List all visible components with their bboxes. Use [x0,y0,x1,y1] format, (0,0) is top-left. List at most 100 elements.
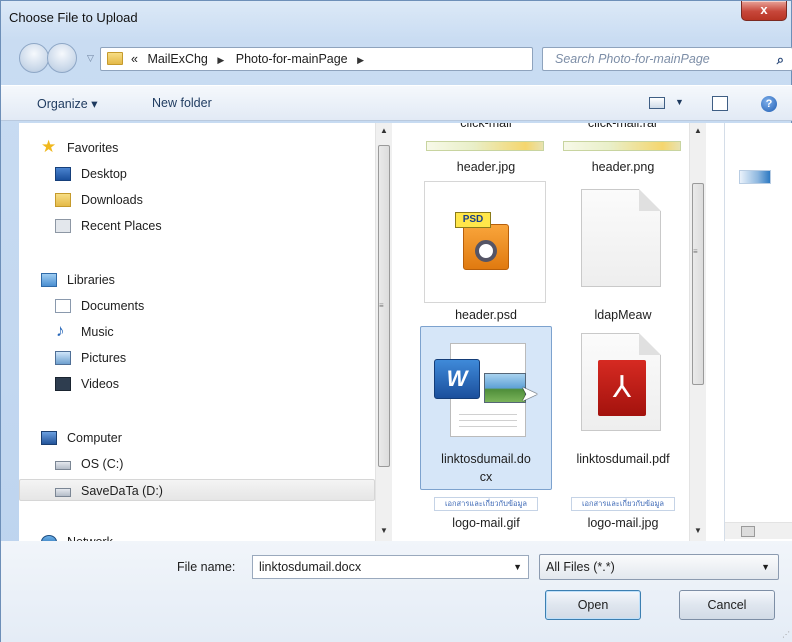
content-area: ★ Favorites Desktop Downloads Recent Pla… [19,123,792,549]
nav-libraries[interactable]: Libraries [19,269,375,291]
image-thumbnail [563,141,681,151]
page-fold [639,189,661,211]
search-icon[interactable]: ⌕ [777,52,784,68]
drive-icon [55,461,71,470]
nav-label: Recent Places [81,219,162,233]
file-name: ldapMeaw [594,308,652,322]
scroll-down-icon[interactable]: ▼ [690,523,706,539]
help-icon[interactable]: ? [761,96,777,112]
file-list-scrollbar[interactable]: ▲ ≡ ▼ [689,123,706,541]
preview-pane-icon[interactable] [712,96,728,111]
file-name-line-2: cx [479,470,493,484]
search-input[interactable]: Search Photo-for-mainPage ⌕ [542,47,792,71]
organize-menu[interactable]: Organize ▾ [37,96,97,111]
file-name-value: linktosdumail.docx [259,560,362,574]
search-placeholder: Search Photo-for-mainPage [555,52,710,66]
close-button[interactable]: x [741,1,787,21]
change-view-icon[interactable] [649,97,665,109]
back-button[interactable] [19,43,49,73]
chevron-down-icon[interactable]: ▼ [513,562,522,572]
new-folder-button[interactable]: New folder [152,96,212,110]
nav-downloads[interactable]: Downloads [19,189,375,211]
psd-file-icon: PSD [455,212,513,270]
drive-icon [55,488,71,497]
nav-label: SaveDaTa (D:) [81,484,163,498]
chevron-right-icon[interactable]: ▶ [217,55,224,65]
nav-os-c[interactable]: OS (C:) [19,453,375,475]
downloads-icon [55,193,71,207]
nav-desktop[interactable]: Desktop [19,163,375,185]
documents-icon [55,299,71,313]
preview-hscrollbar[interactable] [725,522,792,539]
file-type-value: All Files (*.*) [546,560,615,574]
nav-label: Libraries [67,273,115,287]
desktop-icon [55,167,71,181]
nav-label: Videos [81,377,119,391]
breadcrumb-mailexchg[interactable]: MailExChg [147,52,207,66]
image-thumbnail: เอกสารและเกี่ยวกับข้อมูล [434,497,538,511]
nav-savedata-d[interactable]: SaveDaTa (D:) [19,479,375,501]
scroll-up-icon[interactable]: ▲ [690,123,706,139]
open-button[interactable]: Open [545,590,641,620]
star-icon: ★ [41,137,57,156]
cancel-button[interactable]: Cancel [679,590,775,620]
nav-label: Downloads [81,193,143,207]
nav-music[interactable]: ♪ Music [19,321,375,343]
file-dialog-window: Choose File to Upload x ▽ « MailExChg ▶ … [0,0,792,642]
nav-favorites[interactable]: ★ Favorites [19,137,375,159]
word-badge: W [434,359,480,399]
command-toolbar: Organize ▾ New folder ▼ ? [1,85,792,121]
file-list: click-mail click-mail.rar header.jpg hea… [406,123,706,541]
nav-label: Pictures [81,351,127,365]
nav-label: Computer [67,431,122,445]
scroll-down-icon[interactable]: ▼ [376,523,392,539]
file-name: logo-mail.jpg [587,516,659,530]
computer-icon [41,431,57,445]
psd-tag: PSD [455,212,491,228]
grip-icon: ≡ [379,301,384,310]
chevron-down-icon[interactable]: ▼ [761,562,770,572]
nav-pictures[interactable]: Pictures [19,347,375,369]
address-row: ▽ « MailExChg ▶ Photo-for-mainPage ▶ ▼ ↻… [1,41,792,79]
text-line [459,420,517,421]
file-name-line-1: linktosdumail.do [441,452,531,466]
window-title: Choose File to Upload [9,10,138,25]
libraries-icon [41,273,57,287]
scroll-up-icon[interactable]: ▲ [376,123,392,139]
text-line [459,414,517,415]
acrobat-icon: ⅄ [598,360,646,416]
generic-file-icon [581,189,661,287]
address-bar[interactable]: « MailExChg ▶ Photo-for-mainPage ▶ ▼ ↻ [100,47,626,71]
view-dropdown-icon[interactable]: ▼ [675,97,684,107]
recent-pages-dropdown-icon[interactable]: ▽ [87,53,94,64]
resize-grip-icon[interactable]: ⋰ [782,630,790,639]
scrollbar-thumb[interactable] [692,183,704,385]
nav-label: Desktop [81,167,127,181]
file-type-select[interactable]: All Files (*.*) ▼ [539,554,779,580]
preview-pane [724,123,792,541]
file-name-partial[interactable]: click-mail [424,123,548,131]
navigation-pane: ★ Favorites Desktop Downloads Recent Pla… [19,123,392,549]
scrollbar-thumb[interactable] [741,526,755,537]
image-thumbnail: เอกสารและเกี่ยวกับข้อมูล [571,497,675,511]
file-name-partial[interactable]: click-mail.rar [561,123,685,131]
file-name-input[interactable]: linktosdumail.docx ▼ [252,555,529,579]
nav-label: Documents [81,299,145,313]
grip-icon: ≡ [693,247,698,256]
file-thumbnail: PSD [424,181,546,303]
videos-icon [55,377,71,391]
breadcrumb-overflow[interactable]: « [131,52,138,66]
chevron-right-icon[interactable]: ▶ [357,55,364,65]
forward-button[interactable] [47,43,77,73]
navigation-scrollbar[interactable]: ▲ ≡ ▼ [375,123,392,541]
nav-documents[interactable]: Documents [19,295,375,317]
file-name: header.png [591,160,655,174]
nav-recent-places[interactable]: Recent Places [19,215,375,237]
pdf-file-icon: ⅄ [581,333,661,431]
nav-videos[interactable]: Videos [19,373,375,395]
file-name: linktosdumail.pdf [576,452,670,466]
nav-computer[interactable]: Computer [19,427,375,449]
breadcrumb-photo-for-mainpage[interactable]: Photo-for-mainPage [236,52,348,66]
mouse-cursor-icon: ➤ [520,381,539,406]
file-name-label: File name: [177,560,236,574]
